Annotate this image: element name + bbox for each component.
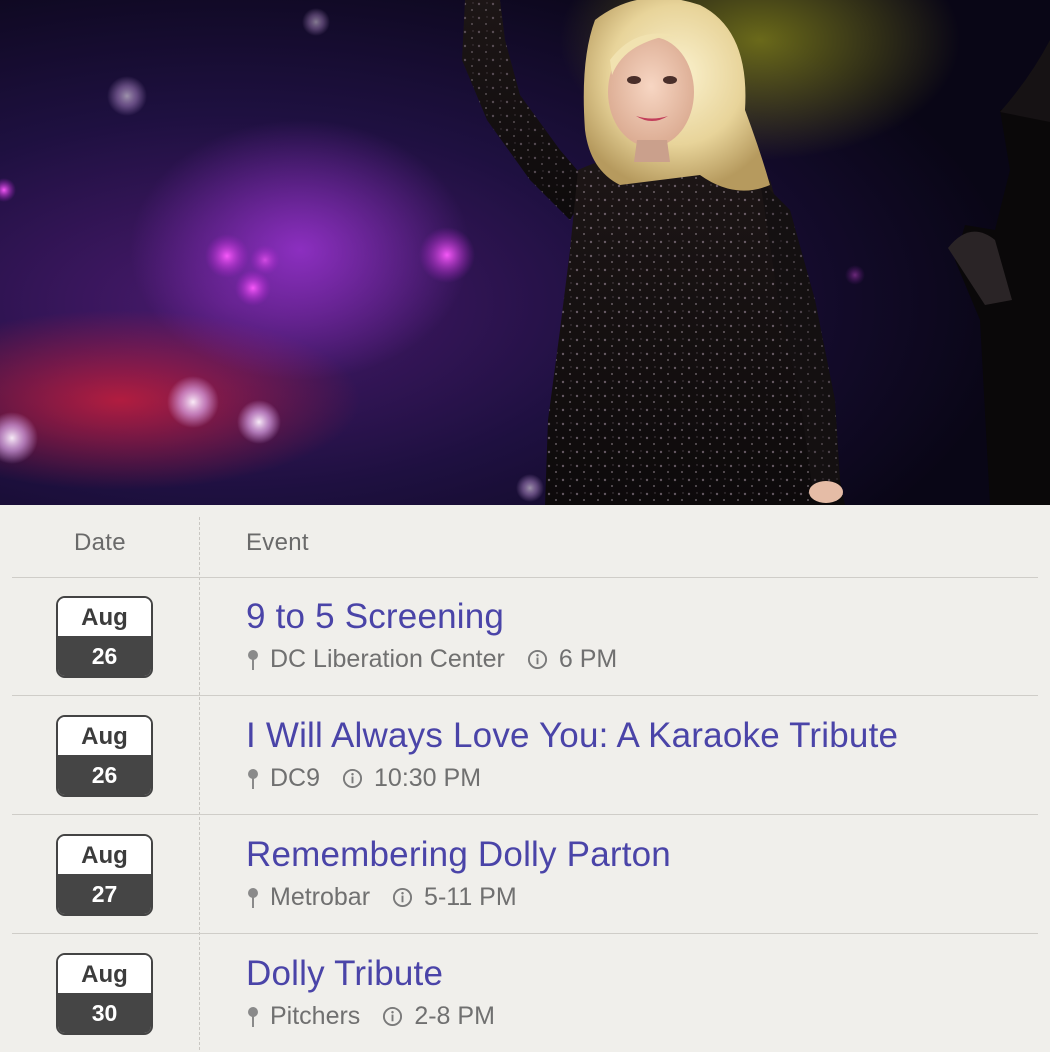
event-meta: Metrobar 5-11 PM bbox=[246, 883, 517, 912]
event-row[interactable]: Aug 30 Dolly Tribute Pitchers 2-8 PM bbox=[12, 934, 1038, 1052]
event-title-link[interactable]: Remembering Dolly Parton bbox=[246, 835, 671, 875]
location-pin-icon bbox=[248, 887, 258, 908]
event-title-link[interactable]: 9 to 5 Screening bbox=[246, 597, 504, 637]
calendar-date-badge: Aug 26 bbox=[56, 596, 153, 678]
event-title-link[interactable]: I Will Always Love You: A Karaoke Tribut… bbox=[246, 716, 898, 756]
event-column-header: Event bbox=[246, 529, 309, 556]
event-row[interactable]: Aug 26 I Will Always Love You: A Karaoke… bbox=[12, 696, 1038, 815]
calendar-date-badge: Aug 30 bbox=[56, 953, 153, 1035]
event-venue: DC Liberation Center bbox=[270, 645, 505, 673]
date-month: Aug bbox=[58, 598, 151, 636]
event-meta: DC9 10:30 PM bbox=[246, 764, 481, 793]
events-table: Date Event Aug 26 9 to 5 Screening DC Li… bbox=[0, 505, 1050, 1050]
date-day: 27 bbox=[58, 874, 151, 914]
event-row[interactable]: Aug 27 Remembering Dolly Parton Metrobar… bbox=[12, 815, 1038, 934]
event-time: 6 PM bbox=[558, 645, 618, 673]
event-venue: Pitchers bbox=[270, 1002, 361, 1030]
event-row[interactable]: Aug 26 9 to 5 Screening DC Liberation Ce… bbox=[12, 577, 1038, 696]
calendar-date-badge: Aug 26 bbox=[56, 715, 153, 797]
event-time: 2-8 PM bbox=[414, 1002, 495, 1030]
location-pin-icon bbox=[248, 1006, 258, 1027]
date-month: Aug bbox=[58, 717, 151, 755]
event-title-link[interactable]: Dolly Tribute bbox=[246, 954, 443, 994]
date-month: Aug bbox=[58, 955, 151, 993]
clock-info-icon bbox=[393, 887, 413, 908]
event-time: 5-11 PM bbox=[424, 883, 517, 911]
clock-info-icon bbox=[342, 768, 363, 789]
event-meta: Pitchers 2-8 PM bbox=[246, 1002, 495, 1031]
date-month: Aug bbox=[58, 836, 151, 874]
date-day: 26 bbox=[58, 755, 151, 795]
hero-photo bbox=[0, 0, 1050, 505]
location-pin-icon bbox=[248, 649, 258, 670]
clock-info-icon bbox=[383, 1006, 403, 1027]
table-header: Date Event bbox=[12, 505, 1038, 578]
location-pin-icon bbox=[248, 768, 258, 789]
date-day: 30 bbox=[58, 993, 151, 1033]
date-column-header: Date bbox=[74, 529, 126, 556]
event-venue: Metrobar bbox=[270, 883, 371, 911]
event-venue: DC9 bbox=[270, 764, 321, 792]
event-meta: DC Liberation Center 6 PM bbox=[246, 645, 617, 674]
clock-info-icon bbox=[527, 649, 547, 670]
event-time: 10:30 PM bbox=[374, 764, 482, 792]
calendar-date-badge: Aug 27 bbox=[56, 834, 153, 916]
date-day: 26 bbox=[58, 636, 151, 676]
